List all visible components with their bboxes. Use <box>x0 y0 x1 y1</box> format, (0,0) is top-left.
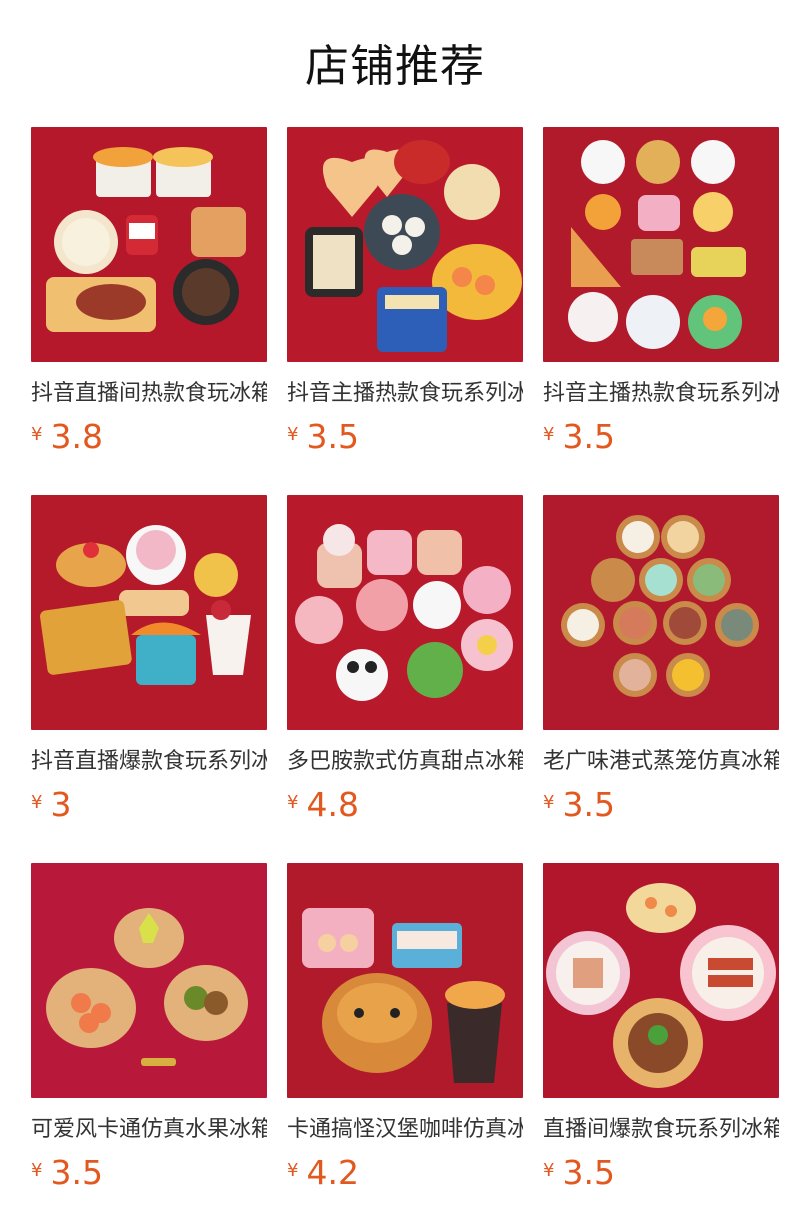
product-image[interactable] <box>31 863 267 1098</box>
product-title[interactable]: 抖音直播间热款食玩冰箱贴 <box>31 379 267 409</box>
product-card[interactable]: 直播间爆款食玩系列冰箱贴 ¥3.5 <box>543 863 779 1203</box>
price-amount: 3.5 <box>50 1153 103 1192</box>
product-card[interactable]: 卡通搞怪汉堡咖啡仿真冰箱贴 ¥4.2 <box>287 863 523 1203</box>
currency-symbol: ¥ <box>287 792 299 813</box>
currency-symbol: ¥ <box>31 1160 43 1181</box>
product-title[interactable]: 直播间爆款食玩系列冰箱贴 <box>543 1115 779 1145</box>
product-price: ¥3.5 <box>31 1153 103 1193</box>
product-title[interactable]: 抖音主播热款食玩系列冰箱贴 <box>287 379 523 409</box>
price-amount: 3.5 <box>562 417 615 456</box>
product-image[interactable] <box>543 495 779 730</box>
product-image[interactable] <box>31 127 267 362</box>
currency-symbol: ¥ <box>287 424 299 445</box>
currency-symbol: ¥ <box>543 792 555 813</box>
product-image[interactable] <box>287 127 523 362</box>
price-amount: 3.5 <box>306 417 359 456</box>
product-title[interactable]: 抖音主播热款食玩系列冰箱贴 <box>543 379 779 409</box>
currency-symbol: ¥ <box>31 792 43 813</box>
product-image[interactable] <box>543 127 779 362</box>
product-card[interactable]: 抖音直播间热款食玩冰箱贴 ¥3.8 <box>31 127 267 467</box>
price-amount: 4.2 <box>306 1153 359 1192</box>
product-title[interactable]: 抖音直播爆款食玩系列冰箱贴 <box>31 747 267 777</box>
product-title[interactable]: 可爱风卡通仿真水果冰箱贴 <box>31 1115 267 1145</box>
product-title[interactable]: 多巴胺款式仿真甜点冰箱贴 <box>287 747 523 777</box>
product-card[interactable]: 老广味港式蒸笼仿真冰箱贴 ¥3.5 <box>543 495 779 835</box>
product-image[interactable] <box>287 495 523 730</box>
product-price: ¥3.8 <box>31 417 103 457</box>
currency-symbol: ¥ <box>287 1160 299 1181</box>
product-card[interactable]: 抖音主播热款食玩系列冰箱贴 ¥3.5 <box>287 127 523 467</box>
price-amount: 3.5 <box>562 785 615 824</box>
product-price: ¥4.2 <box>287 1153 359 1193</box>
price-amount: 3 <box>50 785 72 824</box>
product-image[interactable] <box>543 863 779 1098</box>
product-image[interactable] <box>287 863 523 1098</box>
product-price: ¥3.5 <box>287 417 359 457</box>
product-price: ¥4.8 <box>287 785 359 825</box>
price-amount: 3.5 <box>562 1153 615 1192</box>
price-amount: 3.8 <box>50 417 103 456</box>
product-card[interactable]: 抖音主播热款食玩系列冰箱贴 ¥3.5 <box>543 127 779 467</box>
product-price: ¥3.5 <box>543 417 615 457</box>
currency-symbol: ¥ <box>543 424 555 445</box>
product-card[interactable]: 可爱风卡通仿真水果冰箱贴 ¥3.5 <box>31 863 267 1203</box>
currency-symbol: ¥ <box>31 424 43 445</box>
price-amount: 4.8 <box>306 785 359 824</box>
product-grid: 抖音直播间热款食玩冰箱贴 ¥3.8 抖音主播热款食玩系列冰箱贴 ¥3.5 抖音主… <box>0 0 790 1232</box>
product-title[interactable]: 卡通搞怪汉堡咖啡仿真冰箱贴 <box>287 1115 523 1145</box>
product-price: ¥3.5 <box>543 1153 615 1193</box>
product-card[interactable]: 多巴胺款式仿真甜点冰箱贴 ¥4.8 <box>287 495 523 835</box>
product-title[interactable]: 老广味港式蒸笼仿真冰箱贴 <box>543 747 779 777</box>
product-image[interactable] <box>31 495 267 730</box>
product-card[interactable]: 抖音直播爆款食玩系列冰箱贴 ¥3 <box>31 495 267 835</box>
product-price: ¥3 <box>31 785 71 825</box>
product-price: ¥3.5 <box>543 785 615 825</box>
currency-symbol: ¥ <box>543 1160 555 1181</box>
